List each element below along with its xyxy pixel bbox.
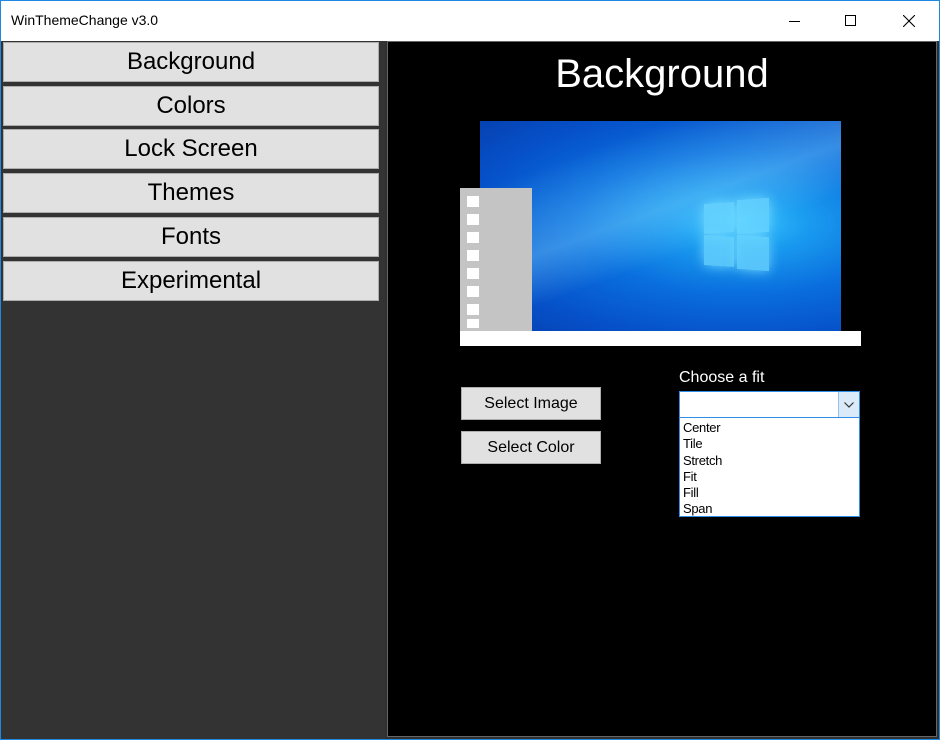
select-color-button[interactable]: Select Color [461, 431, 601, 464]
fit-combobox[interactable] [679, 391, 860, 418]
maximize-button[interactable] [828, 1, 874, 41]
fit-option-tile[interactable]: Tile [680, 436, 859, 452]
select-image-button[interactable]: Select Image [461, 387, 601, 420]
title-bar[interactable]: WinThemeChange v3.0 [1, 1, 939, 41]
sidebar-item-colors[interactable]: Colors [3, 86, 379, 126]
sidebar-item-experimental[interactable]: Experimental [3, 261, 379, 301]
app-window: WinThemeChange v3.0 Background Colors Lo… [0, 0, 940, 740]
close-icon [903, 15, 915, 27]
tile-icon [467, 304, 479, 315]
main-panel: Background Select Image Select Color Cho… [387, 41, 937, 737]
maximize-icon [845, 15, 856, 26]
tile-icon [467, 286, 479, 297]
client-area: Background Colors Lock Screen Themes Fon… [1, 41, 939, 739]
tile-icon [467, 214, 479, 225]
fit-option-center[interactable]: Center [680, 420, 859, 436]
sidebar: Background Colors Lock Screen Themes Fon… [1, 41, 385, 739]
page-title: Background [555, 52, 769, 96]
fit-label: Choose a fit [679, 369, 765, 386]
sidebar-item-lock-screen[interactable]: Lock Screen [3, 129, 379, 169]
fit-option-span[interactable]: Span [680, 501, 859, 517]
fit-option-fit[interactable]: Fit [680, 469, 859, 485]
fit-dropdown-list: Center Tile Stretch Fit Fill Span [679, 418, 860, 517]
tile-icon [467, 319, 479, 328]
close-button[interactable] [886, 1, 932, 41]
dropdown-arrow-button[interactable] [838, 392, 859, 417]
sidebar-item-themes[interactable]: Themes [3, 173, 379, 213]
start-menu-preview [460, 188, 532, 331]
tile-icon [467, 196, 479, 207]
sidebar-item-fonts[interactable]: Fonts [3, 217, 379, 257]
window-title: WinThemeChange v3.0 [11, 12, 159, 28]
tile-icon [467, 232, 479, 243]
fit-option-stretch[interactable]: Stretch [680, 453, 859, 469]
tile-icon [467, 268, 479, 279]
fit-option-fill[interactable]: Fill [680, 485, 859, 501]
minimize-button[interactable] [772, 1, 818, 41]
wallpaper-preview [480, 121, 841, 333]
chevron-down-icon [844, 401, 854, 408]
minimize-icon [789, 21, 800, 22]
taskbar-preview [460, 331, 861, 346]
tile-icon [467, 250, 479, 261]
sidebar-item-background[interactable]: Background [3, 42, 379, 82]
